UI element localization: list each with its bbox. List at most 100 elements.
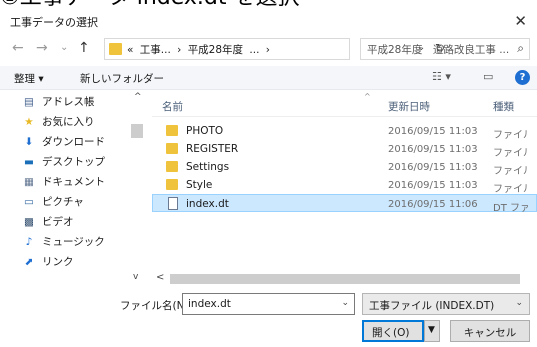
sidebar-item-favorites[interactable]: ★ お気に入り	[22, 114, 95, 132]
search-icon[interactable]: ⌕	[517, 41, 524, 56]
sidebar-item-address-book[interactable]: ▤ アドレス帳	[22, 94, 95, 112]
sidebar-scroll-up-icon[interactable]: ^	[134, 92, 142, 102]
up-arrow-icon[interactable]: ↑	[78, 40, 90, 56]
file-name: Style	[186, 179, 213, 191]
open-button[interactable]: 開く(O)	[362, 320, 424, 342]
file-type: ファイル フォルダー	[493, 148, 528, 159]
scrollbar-thumb[interactable]	[170, 274, 520, 284]
documents-icon: ▦	[24, 176, 34, 188]
breadcrumb: « 工事... › 平成28年度 ... ›	[127, 42, 273, 57]
breadcrumb-ellipsis[interactable]: ...	[249, 44, 259, 56]
open-button-label: 開く(O)	[372, 327, 410, 339]
breadcrumb-item[interactable]: 平成28年度	[188, 44, 243, 56]
videos-icon: ▩	[24, 216, 34, 228]
pictures-icon: ▭	[24, 196, 34, 208]
recent-locations-icon[interactable]: ⌄	[60, 42, 68, 53]
sidebar-item-label: ダウンロード	[42, 136, 105, 148]
sort-ascending-icon: ^	[364, 92, 371, 101]
filename-value: index.dt	[188, 298, 231, 310]
link-icon: ⬈	[24, 256, 34, 268]
sidebar-item-links[interactable]: ⬈ リンク	[22, 254, 74, 272]
chevron-down-icon[interactable]: ⌄	[515, 298, 523, 308]
new-folder-button[interactable]: 新しいフォルダー	[80, 71, 164, 86]
sidebar-scrollbar-thumb[interactable]	[131, 124, 143, 138]
file-name: index.dt	[186, 198, 229, 210]
cancel-button[interactable]: キャンセル	[450, 320, 530, 342]
organize-button[interactable]: 整理 ▾	[14, 71, 44, 86]
help-icon[interactable]: ?	[515, 70, 530, 85]
view-options-icon[interactable]: ☷ ▾	[432, 70, 451, 83]
address-book-icon: ▤	[24, 96, 34, 108]
column-header-type[interactable]: 種類	[493, 99, 514, 114]
file-row-selected[interactable]: index.dt 2016/09/15 11:06 DT ファイル	[152, 194, 537, 214]
file-row[interactable]: REGISTER 2016/09/15 11:03 ファイル フォルダー	[152, 140, 537, 159]
back-arrow-icon[interactable]: ←	[12, 40, 24, 56]
sidebar-item-label: アドレス帳	[42, 96, 95, 108]
dialog-titlebar: 工事データの選択 ✕	[0, 10, 537, 34]
preview-pane-icon[interactable]: ▭	[483, 70, 493, 83]
column-header-name[interactable]: 名前	[162, 99, 183, 114]
file-modified: 2016/09/15 11:03	[388, 180, 478, 191]
file-row[interactable]: Style 2016/09/15 11:03 ファイル フォルダー	[152, 176, 537, 195]
caret-down-icon: ▼	[428, 325, 435, 335]
column-header-modified[interactable]: 更新日時	[388, 99, 430, 114]
folder-icon	[166, 179, 178, 190]
sidebar-item-label: ドキュメント	[42, 176, 105, 188]
header-divider	[152, 116, 537, 117]
breadcrumb-item[interactable]: 工事...	[140, 44, 171, 56]
close-icon[interactable]: ✕	[514, 12, 527, 30]
cancel-button-label: キャンセル	[463, 327, 517, 339]
file-row[interactable]: Settings 2016/09/15 11:03 ファイル フォルダー	[152, 158, 537, 177]
folder-icon	[166, 161, 178, 172]
instruction-banner: ①工事データ index.dt を選択	[0, 0, 537, 10]
command-toolbar: 整理 ▾ 新しいフォルダー ☷ ▾ ▭ ?	[0, 66, 537, 90]
sidebar-item-label: ビデオ	[42, 216, 74, 228]
sidebar-item-documents[interactable]: ▦ ドキュメント	[22, 174, 105, 192]
scroll-left-icon[interactable]: <	[156, 272, 164, 283]
navigation-pane: ▤ アドレス帳 ★ お気に入り ⬇ ダウンロード ▬ デスクトップ ▦ ドキュメント ▭ ピ…	[0, 92, 150, 284]
sidebar-item-label: リンク	[42, 256, 74, 268]
chevron-down-icon[interactable]: ⌄	[341, 298, 349, 308]
filetype-select[interactable]: 工事ファイル (INDEX.DT) ⌄	[362, 293, 530, 315]
sidebar-item-label: お気に入り	[42, 116, 95, 128]
sidebar-item-label: ミュージック	[42, 236, 105, 248]
horizontal-scrollbar[interactable]: <	[152, 272, 537, 286]
filename-input[interactable]: index.dt ⌄	[182, 293, 355, 315]
file-modified: 2016/09/15 11:03	[388, 144, 478, 155]
sidebar-item-videos[interactable]: ▩ ビデオ	[22, 214, 74, 232]
document-icon	[168, 197, 178, 210]
file-type: ファイル フォルダー	[493, 184, 528, 195]
file-name: Settings	[186, 161, 230, 173]
desktop-icon: ▬	[24, 156, 34, 168]
file-name: PHOTO	[186, 125, 224, 137]
sidebar-item-label: ピクチャ	[42, 196, 84, 208]
file-list: ^ 名前 更新日時 種類 PHOTO 2016/09/15 11:03 ファイル…	[152, 92, 537, 272]
address-bar[interactable]: « 工事... › 平成28年度 ... › ⌄ ↻	[104, 38, 445, 60]
sidebar-item-music[interactable]: ♪ ミュージック	[22, 234, 105, 252]
forward-arrow-icon[interactable]: →	[36, 40, 48, 56]
file-name: REGISTER	[186, 143, 239, 155]
search-placeholder: 平成28年度 道路改良工事 ...	[367, 44, 509, 56]
file-modified: 2016/09/15 11:06	[388, 199, 478, 210]
sidebar-item-label: デスクトップ	[42, 156, 105, 168]
file-type: ファイル フォルダー	[493, 130, 528, 141]
file-row[interactable]: PHOTO 2016/09/15 11:03 ファイル フォルダー	[152, 122, 537, 141]
file-type: DT ファイル	[493, 203, 528, 214]
breadcrumb-separator[interactable]: ›	[177, 44, 181, 56]
folder-icon	[166, 125, 178, 136]
file-modified: 2016/09/15 11:03	[388, 126, 478, 137]
sidebar-item-pictures[interactable]: ▭ ピクチャ	[22, 194, 84, 212]
search-input[interactable]: 平成28年度 道路改良工事 ... ⌕	[360, 38, 530, 60]
folder-icon	[166, 143, 178, 154]
sidebar-item-downloads[interactable]: ⬇ ダウンロード	[22, 134, 105, 152]
open-options-button[interactable]: ▼	[424, 320, 440, 342]
music-icon: ♪	[25, 236, 33, 248]
sidebar-item-desktop[interactable]: ▬ デスクトップ	[22, 154, 105, 172]
file-type: ファイル フォルダー	[493, 166, 528, 177]
breadcrumb-overflow[interactable]: «	[127, 44, 133, 56]
breadcrumb-separator[interactable]: ›	[266, 44, 270, 56]
star-icon: ★	[24, 116, 34, 128]
address-row: ← → ⌄ ↑ « 工事... › 平成28年度 ... › ⌄ ↻ 平成28年…	[0, 36, 537, 62]
sidebar-scroll-down-icon[interactable]: v	[133, 272, 138, 282]
download-icon: ⬇	[24, 136, 34, 148]
